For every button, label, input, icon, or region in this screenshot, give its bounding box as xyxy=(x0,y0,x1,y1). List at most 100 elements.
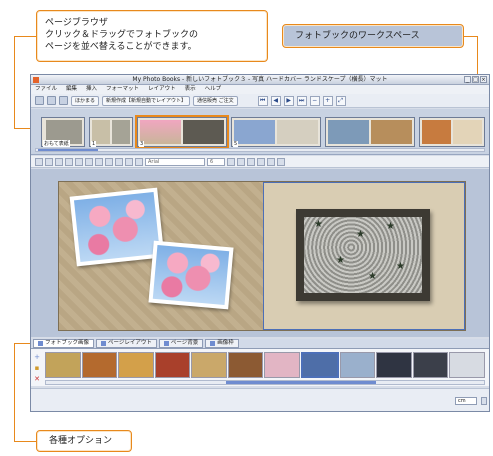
image-thumbnail[interactable] xyxy=(154,352,191,378)
menu-format[interactable]: フォーマット xyxy=(106,85,139,94)
add-button[interactable]: ほかまる xyxy=(71,95,100,106)
zoom-out-icon[interactable]: − xyxy=(309,95,320,106)
folder-icon[interactable]: ▪ xyxy=(33,364,41,372)
photobook-workspace[interactable]: ★ ★ ★ ★ ★ ★ xyxy=(31,169,489,337)
fit-icon[interactable]: ⤢ xyxy=(335,95,346,106)
text-color-icon[interactable] xyxy=(277,157,285,166)
maximize-icon[interactable]: □ xyxy=(472,76,479,83)
cherry-blossom-photo[interactable] xyxy=(148,240,234,310)
image-thumbnail[interactable] xyxy=(81,352,118,378)
thumb-photo xyxy=(422,120,451,144)
save-icon[interactable] xyxy=(59,96,68,105)
next-page-icon[interactable]: ▶ xyxy=(283,95,294,106)
pointer-icon[interactable] xyxy=(85,157,93,166)
page-number: 1 xyxy=(91,141,97,147)
menu-insert[interactable]: 挿入 xyxy=(86,85,97,94)
thumb-photo xyxy=(112,120,130,144)
options-scrollbar[interactable] xyxy=(45,380,485,385)
page-thumb[interactable] xyxy=(325,117,415,147)
page-thumb[interactable] xyxy=(419,117,485,147)
tab-photobook-images[interactable]: フォトブック画像 xyxy=(33,339,95,348)
page-thumb-cover[interactable]: おもて表紙 xyxy=(41,117,85,147)
menu-layout[interactable]: レイアウト xyxy=(148,85,176,94)
image-thumbnail[interactable] xyxy=(227,352,264,378)
tab-page-background[interactable]: ページ背景 xyxy=(158,339,204,348)
page-browser-callout-title: ページブラウザ xyxy=(45,18,108,28)
first-page-icon[interactable]: ⏮ xyxy=(257,95,268,106)
font-select[interactable]: Arial xyxy=(145,157,205,166)
minimize-icon[interactable]: _ xyxy=(464,76,471,83)
page-thumb-5[interactable]: 5 xyxy=(231,117,321,147)
page-thumb-1[interactable]: 1 xyxy=(89,117,133,147)
new-icon[interactable] xyxy=(35,96,44,105)
copy-icon[interactable] xyxy=(45,157,53,166)
menu-view[interactable]: 表示 xyxy=(185,85,196,94)
left-page[interactable] xyxy=(59,182,263,330)
redo-icon[interactable] xyxy=(75,157,83,166)
options-callout: 各種オプション xyxy=(36,430,132,452)
right-page[interactable]: ★ ★ ★ ★ ★ ★ xyxy=(263,182,465,330)
tab-label: フォトブック画像 xyxy=(45,340,90,346)
workspace-callout-label: フォトブックのワークスペース xyxy=(295,31,420,41)
cut-icon[interactable] xyxy=(35,157,43,166)
page-browser[interactable]: おもて表紙 1 3 5 xyxy=(31,109,489,155)
status-bar: cm xyxy=(31,388,489,411)
menu-edit[interactable]: 編集 xyxy=(66,85,77,94)
scroll-thumb[interactable] xyxy=(38,149,98,151)
zoom-in-icon[interactable]: + xyxy=(322,95,333,106)
page-browser-callout-desc1: クリック＆ドラッグでフォトブックの xyxy=(45,30,199,40)
scroll-thumb[interactable] xyxy=(226,381,376,384)
menu-help[interactable]: ヘルプ xyxy=(205,85,222,94)
frame-tool-icon[interactable] xyxy=(125,157,133,166)
cherry-blossom-photo[interactable] xyxy=(69,187,165,267)
align-left-icon[interactable] xyxy=(247,157,255,166)
thumb-photo xyxy=(140,120,181,144)
undo-icon[interactable] xyxy=(65,157,73,166)
close-icon[interactable]: × xyxy=(480,76,487,83)
prev-page-icon[interactable]: ◀ xyxy=(270,95,281,106)
image-thumbnail[interactable] xyxy=(376,352,412,378)
image-tool-icon[interactable] xyxy=(105,157,113,166)
stone-photo-frame[interactable]: ★ ★ ★ ★ ★ ★ xyxy=(296,209,430,301)
order-button[interactable]: 通信販売 ご注文 xyxy=(193,95,238,106)
align-center-icon[interactable] xyxy=(257,157,265,166)
menu-file[interactable]: ファイル xyxy=(35,85,57,94)
auto-layout-button[interactable]: 新規作成【新規自動でレイアウト】 xyxy=(102,95,191,106)
remove-image-icon[interactable]: ✕ xyxy=(33,375,41,383)
open-icon[interactable] xyxy=(47,96,56,105)
font-size-select[interactable]: 6 xyxy=(207,157,225,166)
image-thumbnail[interactable] xyxy=(339,352,376,378)
add-image-icon[interactable]: + xyxy=(33,353,41,361)
delete-icon[interactable] xyxy=(95,157,103,166)
text-tool-icon[interactable] xyxy=(115,157,123,166)
image-thumbnail[interactable] xyxy=(412,352,449,378)
photo-image xyxy=(73,191,161,263)
paste-icon[interactable] xyxy=(55,157,63,166)
unit-select[interactable]: cm xyxy=(455,397,477,405)
italic-icon[interactable] xyxy=(237,157,245,166)
last-page-icon[interactable]: ⏭ xyxy=(296,95,307,106)
image-thumbnail[interactable] xyxy=(191,352,227,378)
main-toolbar: ほかまる 新規作成【新規自動でレイアウト】 通信販売 ご注文 ⏮ ◀ ▶ ⏭ −… xyxy=(31,94,489,108)
tab-page-layout[interactable]: ページレイアウト xyxy=(96,339,157,348)
image-thumbnail[interactable] xyxy=(264,352,301,378)
page-thumb-3[interactable]: 3 xyxy=(135,115,229,149)
image-tab-icon xyxy=(38,341,43,346)
photo-image xyxy=(152,244,230,306)
image-thumbnail[interactable] xyxy=(118,352,154,378)
tab-image-frame[interactable]: 画像枠 xyxy=(205,339,239,348)
leaf-icon: ★ xyxy=(368,271,377,282)
panel-side-buttons: + ▪ ✕ xyxy=(33,353,41,383)
align-right-icon[interactable] xyxy=(267,157,275,166)
page-browser-callout-desc2: ページを並べ替えることができます。 xyxy=(45,42,197,52)
color-icon[interactable] xyxy=(135,157,143,166)
thumb-photo xyxy=(234,120,275,144)
image-thumbnail[interactable] xyxy=(45,352,81,378)
image-thumbnail[interactable] xyxy=(449,352,485,378)
unit-dropdown-icon[interactable] xyxy=(481,397,487,405)
layout-tab-icon xyxy=(101,341,107,346)
page-browser-scrollbar[interactable] xyxy=(35,148,485,152)
bold-icon[interactable] xyxy=(227,157,235,166)
callout-leader-line xyxy=(14,343,15,441)
image-thumbnail[interactable] xyxy=(301,352,339,378)
